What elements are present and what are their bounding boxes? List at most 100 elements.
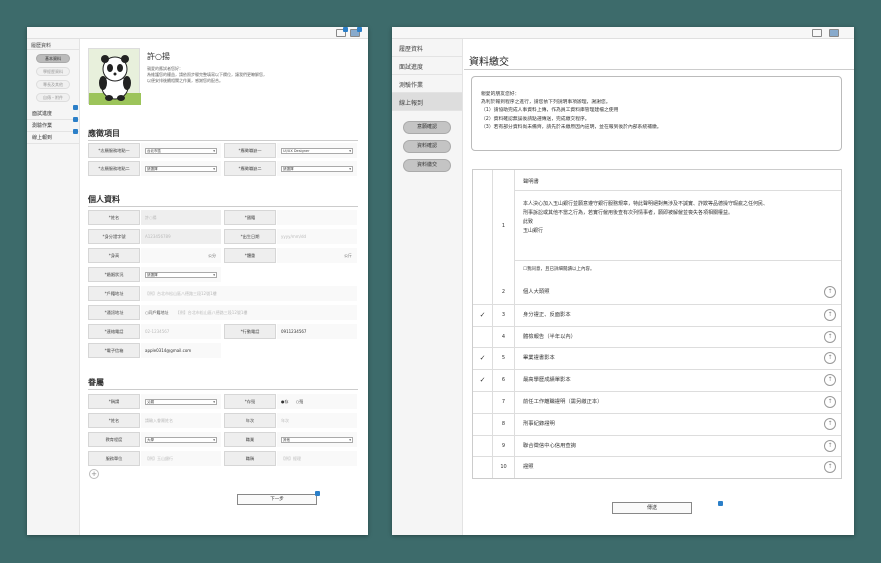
sidebar-item-test[interactable]: 測驗作業 (27, 117, 79, 132)
sidebar-item-test[interactable]: 測驗作業 (392, 75, 462, 93)
check-mark: ✓ (473, 304, 493, 326)
row-number: 3 (493, 304, 515, 326)
title-field[interactable]: 【例】經理 (277, 451, 357, 466)
relation-select[interactable]: 父親 (145, 399, 217, 405)
upload-icon[interactable]: ↑ (824, 439, 836, 452)
occupation-select[interactable]: 其他 (281, 437, 353, 443)
next-button[interactable]: 下一步 (237, 494, 317, 505)
page-title: 資料繳交 (469, 57, 509, 68)
pill-skills[interactable]: 專長及其他 (36, 80, 70, 89)
upload-icon[interactable]: ↑ (824, 374, 836, 387)
upload-icon[interactable]: ↑ (824, 352, 836, 365)
submission-window: 履歷資料 面試進度 測驗作業 線上報到 意願確認 資料確認 資料繳交 資料繳交 … (392, 27, 854, 535)
birth-year-field[interactable]: 年次 (277, 413, 357, 428)
sidebar-item-checkin[interactable]: 線上報到 (27, 129, 79, 144)
reg-address-field[interactable]: 【例】台北市松山區八德路三段12號1樓 (141, 286, 357, 301)
upload-icon[interactable]: ↑ (824, 330, 836, 343)
check-mark (473, 391, 493, 413)
table-row: 4 體檢報告（半年以內） ↑ (473, 325, 841, 348)
notification-badge (357, 27, 362, 32)
pill-data-submit[interactable]: 資料繳交 (403, 159, 451, 172)
email-field[interactable]: apple0314@gmail.com (141, 343, 221, 358)
declaration-body: 本人決心加入玉山銀行並願意遵守銀行服務規章，特此聲明絕對無涉及不誠實、詐欺等品德… (523, 201, 769, 234)
table-row: 8 刑事紀錄證明 ↑ (473, 412, 841, 435)
check-mark (473, 326, 493, 348)
title-label: 職稱 (224, 451, 276, 466)
pill-intent-confirm[interactable]: 意願確認 (403, 121, 451, 134)
top-bar (27, 27, 368, 39)
document-name: 聯合徵信中心信用查詢 (523, 442, 576, 449)
relation-label: *稱謂 (88, 394, 140, 409)
pill-education[interactable]: 學經歷資料 (36, 67, 70, 76)
job2-select[interactable]: 請選擇 (281, 166, 353, 172)
mail-icon[interactable] (812, 29, 822, 37)
mail-address-field[interactable]: 【例】台北市松山區八德路三段12號1樓 (176, 310, 248, 315)
notification-badge (718, 501, 723, 506)
mobile-label: *行動電話 (224, 324, 276, 339)
document-name: 身分證正、反面影本 (523, 311, 571, 318)
submit-main: 資料繳交 親愛的朋友您好： 為利於報到程序之進行，請您依下列說明事項辦理，謝謝您… (464, 39, 854, 535)
row-number: 1 (493, 170, 515, 282)
same-address-radio[interactable]: ○同戶籍地址 (145, 310, 169, 315)
avatar[interactable] (88, 48, 141, 105)
education-select[interactable]: 大學 (145, 437, 217, 443)
upload-icon[interactable]: ↑ (824, 286, 836, 298)
phone-field[interactable]: 02-1234567 (141, 324, 221, 339)
declaration-title: 聲明書 (523, 179, 539, 185)
alive-radio[interactable]: ●存 (281, 399, 289, 404)
upload-icon[interactable]: ↑ (824, 461, 836, 474)
name-field: 許○揚 (141, 210, 221, 225)
image-icon[interactable] (829, 29, 839, 37)
user-name: 許○揚 (147, 52, 170, 61)
document-name: 前任工作離職證明（需另繳正本） (523, 398, 603, 405)
mail-address-label: *通訊地址 (88, 305, 140, 320)
reg-address-label: *戶籍地址 (88, 286, 140, 301)
declaration-row: 1 聲明書 本人決心加入玉山銀行並願意遵守銀行服務規章，特此聲明絕對無涉及不誠實… (473, 170, 841, 282)
pill-autobiography[interactable]: 自傳・附件 (36, 93, 70, 102)
pill-data-confirm[interactable]: 資料確認 (403, 140, 451, 153)
location1-label: *志願服務地點一 (88, 143, 140, 158)
panda-icon (89, 55, 141, 105)
divider (464, 69, 854, 70)
mobile-field[interactable]: 0911234567 (277, 324, 357, 339)
sidebar-item-interview[interactable]: 面試進度 (392, 57, 462, 75)
nationality-field[interactable] (277, 210, 357, 225)
section-title-family: 眷屬 (88, 377, 358, 390)
job1-select[interactable]: UI/UX Designer (281, 148, 353, 154)
birth-year-label: 年次 (224, 413, 276, 428)
email-label: *電子信箱 (88, 343, 140, 358)
sidebar-item-resume[interactable]: 履歷資料 (392, 39, 462, 57)
occupation-label: 職業 (224, 432, 276, 447)
upload-icon[interactable]: ↑ (824, 395, 836, 408)
upload-icon[interactable]: ↑ (824, 308, 836, 321)
table-row: ✓ 3 身分證正、反面影本 ↑ (473, 303, 841, 326)
right-sidebar: 履歷資料 面試進度 測驗作業 線上報到 意願確認 資料確認 資料繳交 (392, 39, 463, 535)
check-mark (473, 457, 493, 479)
family-name-field[interactable]: 請輸入眷屬姓名 (141, 413, 221, 428)
agree-checkbox[interactable]: ☐我同意，且已詳細閱讀以上內容。 (523, 266, 595, 272)
id-label: *身分證字號 (88, 229, 140, 244)
document-name: 證照 (523, 464, 534, 471)
submit-button[interactable]: 傳送 (612, 502, 692, 514)
birthdate-field[interactable]: yyyy/mm/dd (277, 229, 357, 244)
marital-select[interactable]: 請選擇 (145, 272, 217, 278)
add-family-button[interactable]: + (89, 469, 99, 479)
row-number: 9 (493, 435, 515, 457)
weight-label: *體重 (224, 248, 276, 263)
education-label: 教育程度 (88, 432, 140, 447)
location1-select[interactable]: 台北市區 (145, 148, 217, 154)
check-mark (473, 282, 493, 304)
height-label: *身高 (88, 248, 140, 263)
sidebar-item-checkin[interactable]: 線上報到 (392, 93, 462, 111)
row-number: 2 (493, 282, 515, 304)
company-field[interactable]: 【例】玉山銀行 (141, 451, 221, 466)
check-mark: ✓ (473, 348, 493, 370)
location2-select[interactable]: 請選擇 (145, 166, 217, 172)
pill-basic-info[interactable]: 基本資料 (36, 54, 70, 63)
sidebar-item-interview[interactable]: 面試進度 (27, 105, 79, 120)
upload-icon[interactable]: ↑ (824, 417, 836, 430)
row-number: 8 (493, 413, 515, 435)
deceased-radio[interactable]: ○歿 (296, 399, 304, 404)
table-row: ✓ 6 最高學歷成績單影本 ↑ (473, 369, 841, 391)
family-name-label: *姓名 (88, 413, 140, 428)
